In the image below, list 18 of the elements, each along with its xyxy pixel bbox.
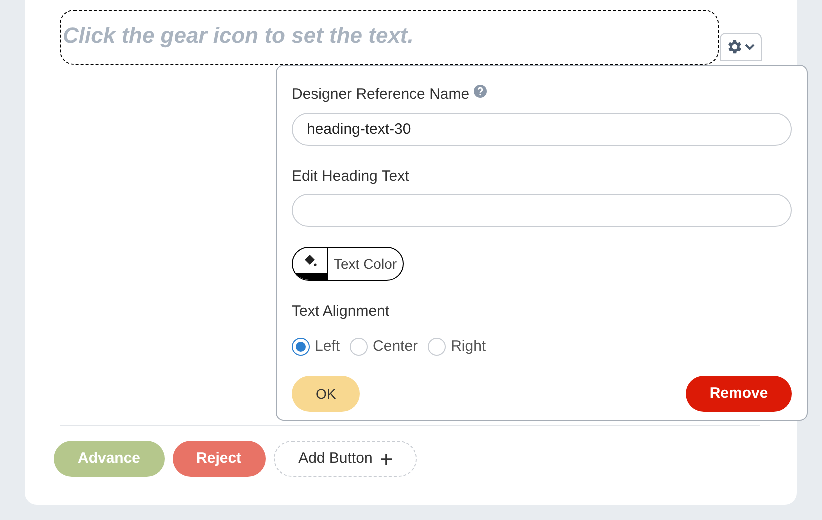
ok-button[interactable]: OK [292, 376, 360, 412]
text-color-button[interactable]: Text Color [292, 247, 404, 281]
gear-icon [726, 38, 744, 56]
reference-name-field[interactable]: heading-text-30 [292, 112, 792, 146]
alignment-radio[interactable]: Left [292, 336, 340, 358]
heading-placeholder: Click the gear icon to set the text. [63, 25, 414, 47]
chevron-down-icon [745, 43, 756, 51]
heading-text-label: Edit Heading Text [292, 166, 410, 186]
settings-button[interactable] [720, 33, 762, 61]
remove-button[interactable]: Remove [686, 376, 792, 412]
plus-icon [380, 454, 392, 464]
alignment-radio[interactable]: Right [428, 336, 486, 358]
add-button[interactable]: Add Button [274, 441, 417, 477]
reference-name-label: Designer Reference Name [292, 85, 470, 105]
heading-text-field[interactable] [292, 194, 792, 227]
alignment-label: Text Alignment [292, 302, 391, 322]
alignment-radio[interactable]: Center [350, 336, 418, 358]
help-icon[interactable] [474, 84, 487, 98]
